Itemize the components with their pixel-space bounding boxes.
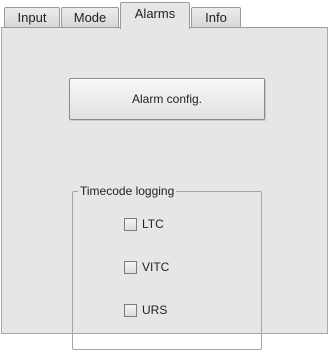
urs-label: URS [142, 303, 168, 317]
alarm-config-button[interactable]: Alarm config. [69, 78, 265, 120]
timecode-logging-title: Timecode logging [78, 183, 177, 199]
ltc-label: LTC [142, 217, 164, 231]
tab-input[interactable]: Input [4, 7, 60, 28]
timecode-logging-group: Timecode logging LTC VITC URS [72, 183, 262, 350]
alarms-panel: Alarm config. Timecode logging LTC VITC … [1, 27, 328, 350]
ltc-checkbox[interactable] [124, 217, 137, 231]
ltc-option[interactable]: LTC [124, 216, 164, 232]
tab-mode[interactable]: Mode [61, 7, 119, 28]
vitc-label: VITC [142, 260, 170, 274]
tab-bar: Input Mode Alarms Info [0, 0, 329, 29]
urs-checkbox[interactable] [124, 303, 137, 317]
urs-option[interactable]: URS [124, 302, 167, 318]
tab-alarms[interactable]: Alarms [120, 2, 190, 29]
vitc-checkbox[interactable] [124, 260, 137, 274]
vitc-option[interactable]: VITC [124, 259, 169, 275]
tab-info[interactable]: Info [191, 7, 241, 28]
